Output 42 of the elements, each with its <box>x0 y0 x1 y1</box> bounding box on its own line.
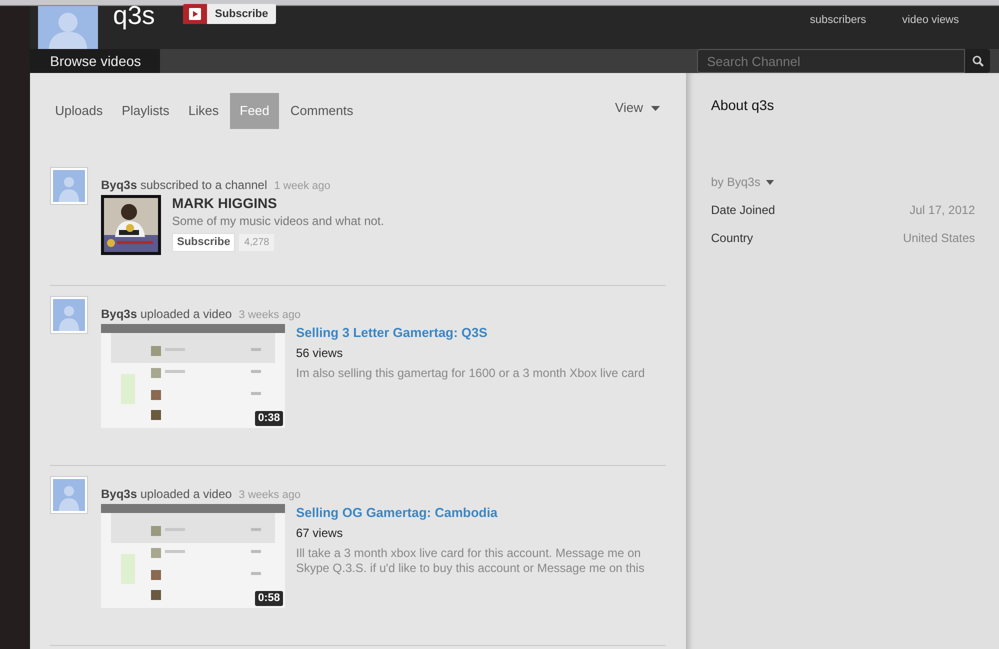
timestamp: 1 week ago <box>274 179 330 194</box>
video-title[interactable]: Selling OG Gamertag: Cambodia <box>296 505 658 521</box>
user-avatar <box>53 299 85 331</box>
nav-tab[interactable]: Browse videos <box>30 49 160 73</box>
search-button[interactable] <box>965 49 990 73</box>
caret-icon <box>651 106 660 110</box>
subscriber-count: 4,278 <box>239 234 274 251</box>
search-icon <box>972 55 984 67</box>
detail-value: United States <box>902 230 975 247</box>
stat-label: video views <box>902 13 959 28</box>
channel-name: q3s <box>113 2 155 28</box>
activity-text: Byq3s uploaded a video <box>101 486 232 503</box>
user-avatar <box>53 479 85 511</box>
timestamp: 3 weeks ago <box>238 488 301 503</box>
activity-text: Byq3s uploaded a video <box>101 306 232 323</box>
caret-icon <box>766 180 774 184</box>
view-menu[interactable]: View <box>615 98 660 118</box>
feed-tab[interactable]: Uploads <box>50 93 108 129</box>
video-description: Im also selling this gamertag for 1600 or a 3 month Xbox live card <box>296 366 646 381</box>
timestamp: 3 weeks ago <box>238 308 301 323</box>
detail-label: Date Joined <box>711 202 776 219</box>
detail-label: Country <box>711 230 754 247</box>
activity-text: Byq3s subscribed to a channel <box>101 177 268 194</box>
user-avatar <box>53 170 85 202</box>
detail-value: Jul 17, 2012 <box>910 202 975 219</box>
view-count: 56 views <box>296 345 344 362</box>
feed-tab[interactable]: Playlists <box>116 93 174 129</box>
video-duration: 0:58 <box>254 591 283 606</box>
stat-label: subscribers <box>810 13 866 28</box>
video-title[interactable]: Selling 3 Letter Gamertag: Q3S <box>296 325 658 341</box>
feed-tab[interactable]: Likes <box>183 93 224 129</box>
video-duration: 0:38 <box>254 411 283 426</box>
play-icon <box>182 4 207 24</box>
about-title: About q3s <box>711 96 776 115</box>
channel-description: Some of my music videos and what not. <box>172 213 384 230</box>
channel-title[interactable]: MARK HIGGINS <box>172 195 384 211</box>
search-field[interactable]: Search Channel <box>697 49 965 73</box>
video-description: Ill take a 3 month xbox live card for this account. Message me on Skype Q.3.S. if u'd like to buy this account or Message me on this <box>296 546 646 576</box>
feed-tab[interactable]: Comments <box>285 93 358 129</box>
subscribe-button[interactable]: Subscribe <box>182 4 276 24</box>
view-count: 67 views <box>296 525 344 542</box>
subscribe-button[interactable]: Subscribe <box>172 233 236 252</box>
